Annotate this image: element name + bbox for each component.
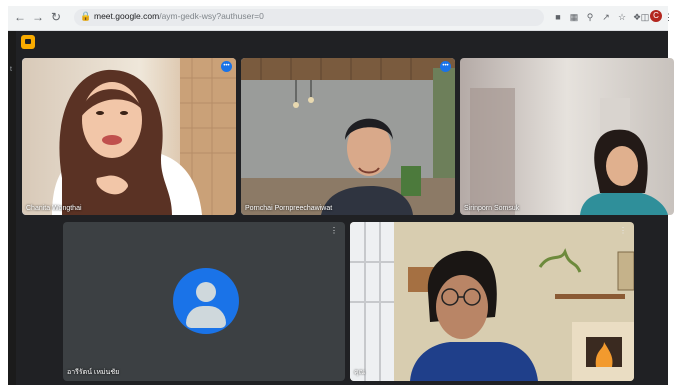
participant-tile-4[interactable]: ⋮ อารีรัตน์ เหม่นชัย <box>63 222 345 381</box>
zoom-icon[interactable]: ⚲ <box>583 10 597 24</box>
profile-avatar[interactable]: C <box>650 10 662 22</box>
participant-name: Sirinporn Somsuk <box>464 205 520 212</box>
url-host: meet.google.com <box>94 11 160 21</box>
url-path: /aym-gedk-wsy?authuser=0 <box>159 11 264 21</box>
forward-icon[interactable]: → <box>30 9 46 25</box>
avatar-body <box>186 306 226 328</box>
participant-tile-2[interactable]: ••• Pornchai Pornpreechawiwat <box>241 58 455 215</box>
more-options-icon[interactable]: ⋮ <box>329 226 339 236</box>
meet-logo-icon[interactable] <box>21 35 35 49</box>
speaking-indicator-icon: ••• <box>221 61 232 72</box>
side-label: t <box>10 66 12 73</box>
browser-toolbar: ← → ↻ 🔒 meet.google.com/aym-gedk-wsy?aut… <box>8 6 673 31</box>
address-bar[interactable]: 🔒 meet.google.com/aym-gedk-wsy?authuser=… <box>74 9 544 26</box>
reload-icon[interactable]: ↻ <box>48 9 64 25</box>
participant-name: Chanita Wongthai <box>26 205 82 212</box>
translate-icon[interactable]: ▦ <box>567 10 581 24</box>
lock-icon: 🔒 <box>80 11 92 21</box>
camera-icon[interactable]: ■ <box>551 10 565 24</box>
avatar-head <box>196 282 216 302</box>
participant-avatar <box>173 268 239 334</box>
participant-video-3 <box>460 58 674 215</box>
more-menu-icon[interactable]: ⋮ <box>664 10 673 24</box>
share-icon[interactable]: ↗ <box>599 10 613 24</box>
participant-tile-1[interactable]: ••• Chanita Wongthai <box>22 58 236 215</box>
left-edge <box>8 31 16 385</box>
participant-name: Pornchai Pornpreechawiwat <box>245 205 333 212</box>
speaking-indicator-icon: ••• <box>440 61 451 72</box>
back-icon[interactable]: ← <box>12 9 28 25</box>
more-options-icon[interactable]: ⋮ <box>618 226 628 236</box>
participant-name: คุณ <box>354 369 366 376</box>
url-text[interactable]: meet.google.com/aym-gedk-wsy?authuser=0 <box>94 11 264 21</box>
participant-video-5 <box>350 222 634 381</box>
participant-tile-5[interactable]: ⋮ คุณ <box>350 222 634 381</box>
participant-video-2 <box>241 58 455 215</box>
bookmark-star-icon[interactable]: ☆ <box>615 10 629 24</box>
participant-video-1 <box>22 58 236 215</box>
participant-tile-3[interactable]: Sirinporn Somsuk <box>460 58 674 215</box>
screen: ← → ↻ 🔒 meet.google.com/aym-gedk-wsy?aut… <box>0 0 675 385</box>
side-panel-icon[interactable]: ◫ <box>640 10 650 24</box>
participant-name: อารีรัตน์ เหม่นชัย <box>67 369 120 376</box>
